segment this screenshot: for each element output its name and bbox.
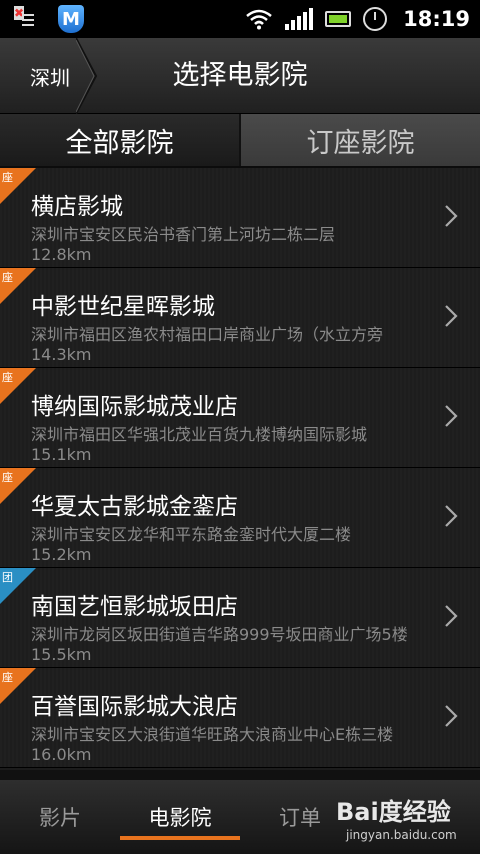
battery-icon	[325, 11, 352, 27]
usb-debug-icon: ✖	[14, 6, 36, 30]
watermark-url: jingyan.baidu.com	[346, 828, 457, 842]
cinema-distance: 15.2km	[31, 545, 92, 564]
nav-movies-label: 影片	[39, 806, 81, 830]
cinema-address: 深圳市宝安区龙华和平东路金銮时代大厦二楼	[31, 525, 352, 544]
cinema-row[interactable]: 座 横店影城 深圳市宝安区民治书香门第上河坊二栋二层 12.8km	[0, 168, 480, 268]
cinema-name: 横店影城	[31, 194, 123, 220]
active-tab-indicator	[120, 836, 240, 840]
chevron-right-icon	[445, 305, 458, 327]
cinema-distance: 14.3km	[31, 345, 92, 364]
chevron-right-icon	[445, 405, 458, 427]
city-select-button[interactable]: 深圳	[0, 38, 98, 114]
cinema-distance: 12.8km	[31, 245, 92, 264]
cinema-row[interactable]: 座 华夏太古影城金銮店 深圳市宝安区龙华和平东路金銮时代大厦二楼 15.2km	[0, 468, 480, 568]
cinema-address: 深圳市宝安区大浪街道华旺路大浪商业中心E栋三楼	[31, 725, 394, 744]
tab-seat-cinemas[interactable]: 订座影院	[239, 114, 480, 166]
alarm-icon	[363, 7, 388, 31]
cinema-address: 深圳市福田区渔农村福田口岸商业广场（水立方旁	[31, 325, 384, 344]
nav-movies[interactable]: 影片	[0, 780, 120, 854]
cinema-address: 深圳市龙岗区坂田街道吉华路999号坂田商业广场5楼	[31, 625, 408, 644]
chevron-right-icon	[445, 605, 458, 627]
baidu-jingyan-watermark: Bai度经验 jingyan.baidu.com	[270, 776, 480, 854]
nav-cinemas-label: 电影院	[148, 806, 212, 830]
chevron-right-icon	[445, 505, 458, 527]
cinema-address: 深圳市福田区华强北茂业百货九楼博纳国际影城	[31, 425, 368, 444]
cinema-address: 深圳市宝安区民治书香门第上河坊二栋二层	[31, 225, 336, 244]
watermark-logo: Bai度经验	[336, 798, 451, 826]
cinema-row[interactable]: 座 中影世纪星晖影城 深圳市福田区渔农村福田口岸商业广场（水立方旁 14.3km	[0, 268, 480, 368]
signal-icon	[285, 8, 314, 30]
status-bar: ✖ M 18:19	[0, 0, 480, 38]
cinema-distance: 16.0km	[31, 745, 92, 764]
cinema-row[interactable]: 座 博纳国际影城茂业店 深圳市福田区华强北茂业百货九楼博纳国际影城 15.1km	[0, 368, 480, 468]
cinema-name: 南国艺恒影城坂田店	[31, 594, 238, 620]
chevron-right-icon	[445, 205, 458, 227]
cinema-distance: 15.5km	[31, 645, 92, 664]
cinema-row[interactable]: 座 百誉国际影城大浪店 深圳市宝安区大浪街道华旺路大浪商业中心E栋三楼 16.0…	[0, 668, 480, 768]
security-shield-icon: M	[58, 5, 84, 33]
city-label: 深圳	[30, 65, 70, 90]
cinema-row[interactable]: 团 南国艺恒影城坂田店 深圳市龙岗区坂田街道吉华路999号坂田商业广场5楼 15…	[0, 568, 480, 668]
cinema-list: 座 横店影城 深圳市宝安区民治书香门第上河坊二栋二层 12.8km 座 中影世纪…	[0, 168, 480, 770]
breadcrumb-arrow-icon	[76, 38, 98, 114]
title-bar: 选择电影院 深圳	[0, 38, 480, 114]
cinema-name: 百誉国际影城大浪店	[31, 694, 238, 720]
cinema-tabs: 全部影院 订座影院	[0, 114, 480, 168]
chevron-right-icon	[445, 705, 458, 727]
cinema-name: 博纳国际影城茂业店	[31, 394, 238, 420]
tab-all-cinemas[interactable]: 全部影院	[0, 114, 239, 166]
clock-time: 18:19	[403, 7, 470, 31]
nav-cinemas[interactable]: 电影院	[120, 780, 240, 854]
cinema-name: 华夏太古影城金銮店	[31, 494, 238, 520]
cinema-name: 中影世纪星晖影城	[31, 294, 215, 320]
wifi-icon	[246, 9, 272, 30]
cinema-distance: 15.1km	[31, 445, 92, 464]
